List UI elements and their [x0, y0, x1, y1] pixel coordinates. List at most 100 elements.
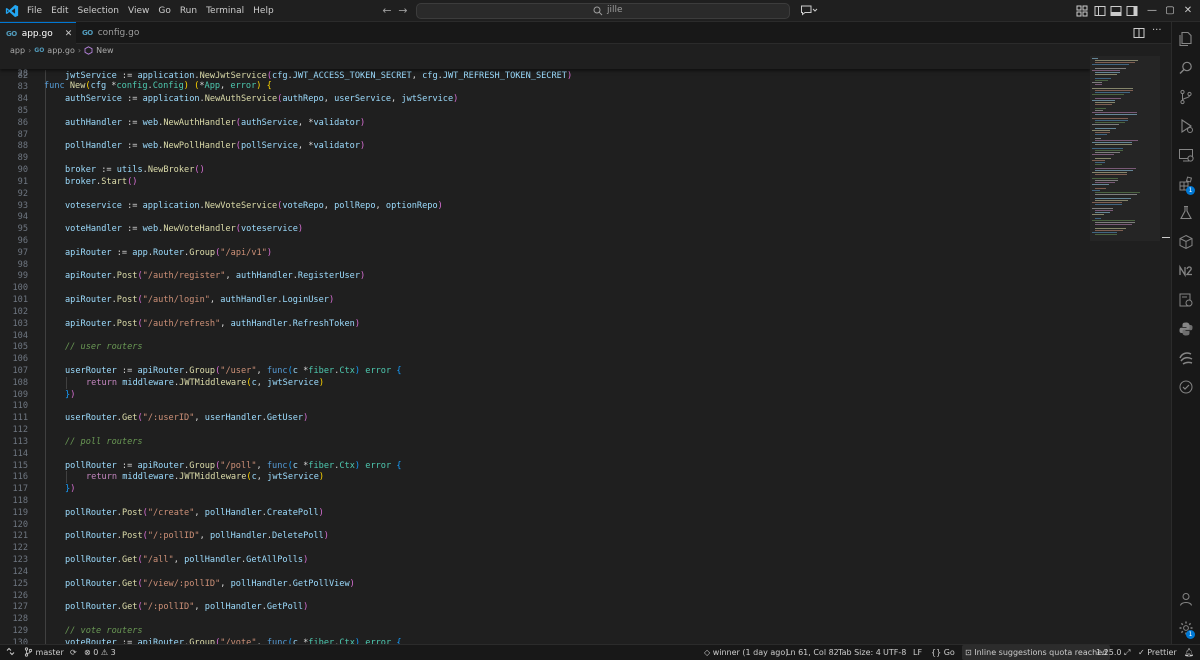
nx-console-icon[interactable]	[1178, 263, 1194, 279]
breadcrumb-file[interactable]: app.go	[47, 46, 75, 55]
code-line[interactable]: 94	[0, 211, 1090, 224]
containers-icon[interactable]	[1178, 234, 1194, 250]
code-line[interactable]: 91 broker.Start()	[0, 175, 1090, 188]
minimize-icon[interactable]: —	[1144, 3, 1160, 19]
code-line[interactable]: 116 return middleware.JWTMiddleware(c, jw…	[0, 471, 1090, 484]
code-line[interactable]: 111 userRouter.Get("/:userID", userHandle…	[0, 412, 1090, 425]
code-line[interactable]: 118	[0, 495, 1090, 508]
customize-layout-icon[interactable]	[1076, 5, 1088, 17]
code-line[interactable]: 92	[0, 187, 1090, 200]
code-line[interactable]: 104	[0, 329, 1090, 342]
close-icon[interactable]: ✕	[65, 29, 73, 39]
prisma-icon[interactable]	[1178, 350, 1194, 366]
code-line[interactable]: 86 authHandler := web.NewAuthHandler(auth…	[0, 116, 1090, 129]
remote-explorer-icon[interactable]	[1178, 147, 1194, 163]
code-line[interactable]: 97 apiRouter := app.Router.Group("/api/v1…	[0, 246, 1090, 259]
code-line[interactable]: 121 pollRouter.Post("/:pollID", pollHandl…	[0, 530, 1090, 543]
code-line[interactable]: 95 voteHandler := web.NewVoteHandler(vote…	[0, 223, 1090, 236]
python-icon[interactable]	[1178, 321, 1194, 337]
menu-terminal[interactable]: Terminal	[206, 6, 244, 16]
code-line[interactable]: 125 pollRouter.Get("/view/:pollID", pollH…	[0, 577, 1090, 590]
search-icon[interactable]	[1178, 60, 1194, 76]
arrow-left-icon[interactable]: ←	[380, 4, 394, 18]
code-line[interactable]: 89	[0, 152, 1090, 165]
split-editor-icon[interactable]	[1133, 27, 1145, 39]
menu-file[interactable]: File	[27, 6, 42, 16]
toggle-secondary-sidebar-icon[interactable]	[1126, 5, 1138, 17]
database-explorer-icon[interactable]	[1178, 292, 1194, 308]
code-line[interactable]: 120	[0, 518, 1090, 531]
code-line[interactable]: 124	[0, 565, 1090, 578]
cursor-position[interactable]: Ln 61, Col 82	[786, 645, 839, 660]
menu-go[interactable]: Go	[158, 6, 170, 16]
tab-size[interactable]: Tab Size: 4	[838, 645, 881, 660]
code-line[interactable]: 84 authService := application.NewAuthServ…	[0, 93, 1090, 106]
code-line[interactable]: 93 voteservice := application.NewVoteServ…	[0, 199, 1090, 212]
code-line[interactable]: 130 voteRouter := apiRouter.Group("/vote"…	[0, 636, 1090, 644]
code-line[interactable]: 117})	[0, 483, 1090, 496]
code-line[interactable]: 129 // vote routers	[0, 625, 1090, 638]
gitlens-icon[interactable]	[1178, 379, 1194, 395]
go-version[interactable]: 1.25.0 ⤢	[1096, 645, 1130, 660]
code-line[interactable]: 115 pollRouter := apiRouter.Group("/poll"…	[0, 459, 1090, 472]
menu-edit[interactable]: Edit	[51, 6, 68, 16]
code-line[interactable]: 114	[0, 447, 1090, 460]
code-line[interactable]: 126	[0, 589, 1090, 602]
code-line[interactable]: 112	[0, 424, 1090, 437]
menu-view[interactable]: View	[128, 6, 149, 16]
explorer-icon[interactable]	[1178, 31, 1194, 47]
code-line[interactable]: 110	[0, 400, 1090, 413]
code-line[interactable]: 99 apiRouter.Post("/auth/register", authH…	[0, 270, 1090, 283]
code-line[interactable]: 100	[0, 282, 1090, 295]
account-icon[interactable]	[1178, 591, 1194, 607]
arrow-right-icon[interactable]: →	[396, 4, 410, 18]
breadcrumb-symbol[interactable]: New	[96, 46, 113, 55]
menu-help[interactable]: Help	[253, 6, 274, 16]
source-control-icon[interactable]	[1178, 89, 1194, 105]
close-window-icon[interactable]: ✕	[1180, 3, 1196, 19]
code-line[interactable]: 102	[0, 305, 1090, 318]
minimap-slider[interactable]	[1090, 56, 1160, 241]
prettier-status[interactable]: ✓ Prettier	[1138, 645, 1177, 660]
encoding[interactable]: UTF-8	[883, 645, 906, 660]
code-line[interactable]: 87	[0, 128, 1090, 141]
testing-flask-icon[interactable]	[1178, 205, 1194, 221]
breadcrumb-folder[interactable]: app	[10, 46, 25, 55]
more-actions-icon[interactable]: ···	[1152, 25, 1162, 36]
problems-indicator[interactable]: ⊗ 0 ⚠ 3	[84, 645, 116, 660]
end-of-line[interactable]: LF	[913, 645, 922, 660]
command-center-search[interactable]: jille	[416, 3, 790, 19]
code-line[interactable]: 119 pollRouter.Post("/create", pollHandle…	[0, 506, 1090, 519]
sticky-scroll-line[interactable]: 28 func New(cfg *config.Config) (*App, e…	[0, 56, 1090, 91]
run-and-debug-icon[interactable]	[1178, 118, 1194, 134]
code-line[interactable]: 96	[0, 234, 1090, 247]
code-line[interactable]: 103 apiRouter.Post("/auth/refresh", authH…	[0, 317, 1090, 330]
code-line[interactable]: 107 userRouter := apiRouter.Group("/user"…	[0, 365, 1090, 377]
git-blame[interactable]: ◇ winner (1 day ago)	[704, 645, 788, 660]
code-line[interactable]: 106	[0, 353, 1090, 366]
branch-indicator[interactable]: master	[24, 645, 64, 660]
toggle-primary-sidebar-icon[interactable]	[1094, 5, 1106, 17]
menu-selection[interactable]: Selection	[78, 6, 119, 16]
code-line[interactable]: 88 pollHandler := web.NewPollHandler(poll…	[0, 140, 1090, 153]
copilot-status[interactable]: ⊡ Inline suggestions quota reached	[962, 645, 1111, 660]
code-line[interactable]: 113 // poll routers	[0, 435, 1090, 448]
toggle-panel-icon[interactable]	[1110, 5, 1122, 17]
code-line[interactable]: 127 pollRouter.Get("/:pollID", pollHandle…	[0, 601, 1090, 614]
code-line[interactable]: 128	[0, 613, 1090, 626]
code-line[interactable]: 90 broker := utils.NewBroker()	[0, 164, 1090, 177]
menu-run[interactable]: Run	[180, 6, 197, 16]
code-line[interactable]: 105 // user routers	[0, 341, 1090, 354]
code-editor[interactable]: 28 func New(cfg *config.Config) (*App, e…	[0, 56, 1090, 644]
tab-app-go[interactable]: GO app.go ✕	[0, 22, 76, 44]
code-line[interactable]: 85	[0, 104, 1090, 117]
language-mode[interactable]: {} Go	[931, 645, 955, 660]
code-line[interactable]: 109})	[0, 388, 1090, 401]
tab-config-go[interactable]: GO config.go	[76, 22, 146, 44]
code-line[interactable]: 122	[0, 542, 1090, 555]
code-line[interactable]: 108 return middleware.JWTMiddleware(c, jw…	[0, 376, 1090, 389]
remote-indicator[interactable]	[6, 645, 15, 660]
maximize-icon[interactable]: ▢	[1162, 3, 1178, 19]
copilot-chat-icon[interactable]	[800, 4, 818, 18]
code-line[interactable]: 101 apiRouter.Post("/auth/login", authHan…	[0, 294, 1090, 307]
